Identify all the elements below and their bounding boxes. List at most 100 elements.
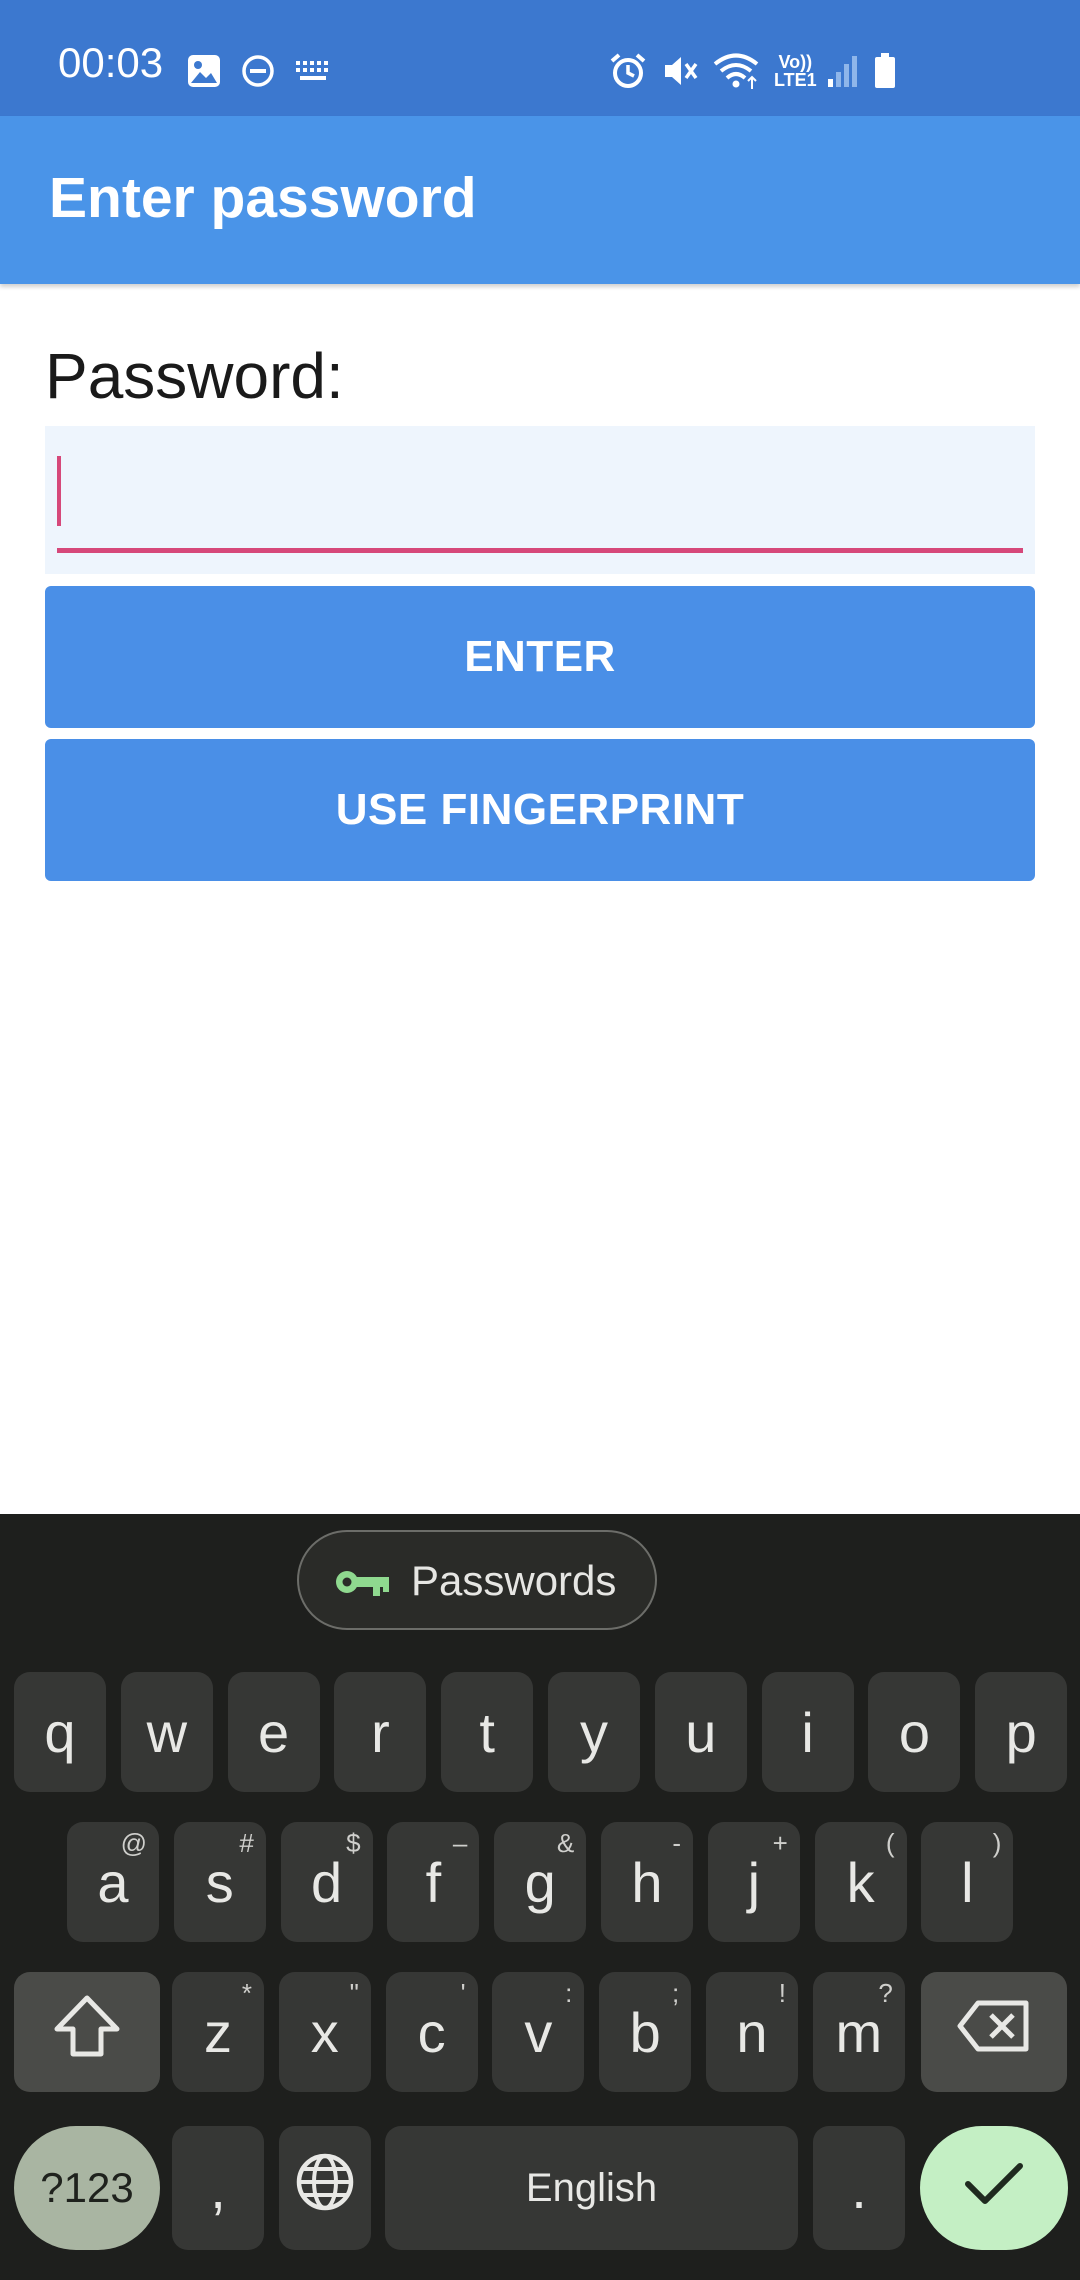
image-icon xyxy=(186,46,222,96)
passwords-suggestion-chip[interactable]: Passwords xyxy=(297,1530,657,1630)
volte-text: Vo)) xyxy=(778,52,813,72)
key-z[interactable]: z * xyxy=(172,1972,264,2092)
key-secondary-label: ? xyxy=(878,1978,893,2008)
key-label: p xyxy=(1005,1700,1037,1764)
key-g[interactable]: g & xyxy=(494,1822,587,1942)
key-a[interactable]: a @ xyxy=(67,1822,159,1942)
key-label: n xyxy=(736,2000,768,2064)
key-j[interactable]: j + xyxy=(707,1822,800,1942)
app-bar: Enter password xyxy=(0,116,1080,284)
status-time: 00:03 xyxy=(58,39,164,86)
comma-key[interactable]: , xyxy=(172,2126,264,2250)
password-label: Password: xyxy=(45,340,344,412)
key-v[interactable]: v: xyxy=(492,1972,585,2092)
key-u[interactable]: u xyxy=(654,1672,747,1792)
shift-icon xyxy=(52,1993,122,2072)
period-key[interactable]: . xyxy=(813,2126,905,2250)
key-secondary-label: ' xyxy=(460,1978,466,2008)
key-secondary-label: & xyxy=(556,1828,575,1858)
key-secondary-label: + xyxy=(772,1828,788,1858)
language-key[interactable] xyxy=(279,2126,371,2250)
key-secondary-label: – xyxy=(452,1828,468,1858)
key-o[interactable]: o xyxy=(868,1672,961,1792)
key-secondary-label: : xyxy=(565,1978,573,2008)
key-label: f xyxy=(425,1850,442,1914)
key-label: b xyxy=(629,2000,661,2064)
password-field[interactable] xyxy=(45,426,1035,574)
key-x[interactable]: x " xyxy=(278,1972,371,2092)
mute-icon xyxy=(660,46,700,96)
key-secondary-label: ; xyxy=(671,1978,680,2008)
field-underline xyxy=(57,548,1023,553)
key-y[interactable]: y xyxy=(548,1672,640,1792)
key-i[interactable]: i xyxy=(761,1672,854,1792)
key-s[interactable]: s # xyxy=(173,1822,266,1942)
key-b[interactable]: b; xyxy=(599,1972,692,2092)
key-label: u xyxy=(685,1700,717,1764)
key-r[interactable]: r xyxy=(334,1672,427,1792)
key-l[interactable]: l) xyxy=(921,1822,1014,1942)
key-label: q xyxy=(44,1700,76,1764)
key-label: l xyxy=(961,1850,974,1914)
key-f[interactable]: f – xyxy=(387,1822,480,1942)
key-secondary-label: ) xyxy=(992,1828,1002,1858)
key-t[interactable]: t xyxy=(441,1672,534,1792)
key-label: r xyxy=(371,1700,390,1764)
key-m[interactable]: m? xyxy=(812,1972,905,2092)
use-fingerprint-button[interactable]: USE FINGERPRINT xyxy=(45,739,1035,881)
key-secondary-label: # xyxy=(239,1828,254,1858)
key-label: g xyxy=(524,1850,556,1914)
key-label: e xyxy=(258,1700,290,1764)
key-label: a xyxy=(97,1850,129,1914)
check-icon xyxy=(963,2156,1025,2221)
space-key[interactable]: English xyxy=(385,2126,798,2250)
key-label: w xyxy=(146,1700,188,1764)
backspace-icon xyxy=(956,1999,1032,2066)
battery-icon xyxy=(872,46,898,96)
key-label: h xyxy=(631,1850,663,1914)
key-label: z xyxy=(204,2000,232,2064)
globe-icon xyxy=(295,2152,355,2225)
symbols-key[interactable]: ?123 xyxy=(14,2126,160,2250)
key-secondary-label: ( xyxy=(885,1828,895,1858)
passwords-chip-label: Passwords xyxy=(411,1557,617,1604)
key-d[interactable]: d $ xyxy=(280,1822,373,1942)
backspace-key[interactable] xyxy=(921,1972,1067,2092)
soft-keyboard: Passwords qwertyuiop a @ s # d $ f – g & h - j + k(l) … xyxy=(0,1514,1080,2280)
key-label: i xyxy=(801,1700,814,1764)
confirm-key[interactable] xyxy=(920,2126,1068,2250)
key-e[interactable]: e xyxy=(227,1672,320,1792)
key-label: v xyxy=(524,2000,553,2064)
key-secondary-label: ! xyxy=(778,1978,786,2008)
key-label: j xyxy=(747,1850,761,1914)
key-secondary-label: - xyxy=(672,1828,681,1858)
key-c[interactable]: c ' xyxy=(385,1972,478,2092)
shift-key[interactable] xyxy=(14,1972,160,2092)
key-label: d xyxy=(311,1850,343,1914)
key-secondary-label: $ xyxy=(346,1828,361,1858)
keyboard-icon xyxy=(294,46,332,96)
key-label: o xyxy=(898,1700,930,1764)
lte-text: LTE1 xyxy=(774,70,817,90)
key-label: c xyxy=(417,2000,446,2064)
key-icon xyxy=(333,1562,393,1602)
key-h[interactable]: h- xyxy=(601,1822,693,1942)
key-k[interactable]: k( xyxy=(814,1822,907,1942)
key-label: y xyxy=(580,1700,608,1764)
enter-button[interactable]: ENTER xyxy=(45,586,1035,728)
key-secondary-label: " xyxy=(349,1978,359,2008)
do-not-disturb-icon xyxy=(240,46,276,96)
wifi-icon xyxy=(712,46,762,96)
key-label: t xyxy=(479,1700,495,1764)
key-q[interactable]: q xyxy=(14,1672,106,1792)
password-input[interactable] xyxy=(57,454,1023,534)
key-p[interactable]: p xyxy=(975,1672,1068,1792)
text-cursor xyxy=(57,456,61,526)
alarm-icon xyxy=(608,46,648,96)
key-n[interactable]: n! xyxy=(706,1972,798,2092)
signal-icon xyxy=(826,46,858,96)
key-label: k xyxy=(846,1850,875,1914)
key-w[interactable]: w xyxy=(120,1672,213,1792)
status-bar: 00:03 Vo)) LTE1 xyxy=(0,0,1080,116)
page-title: Enter password xyxy=(49,166,477,230)
